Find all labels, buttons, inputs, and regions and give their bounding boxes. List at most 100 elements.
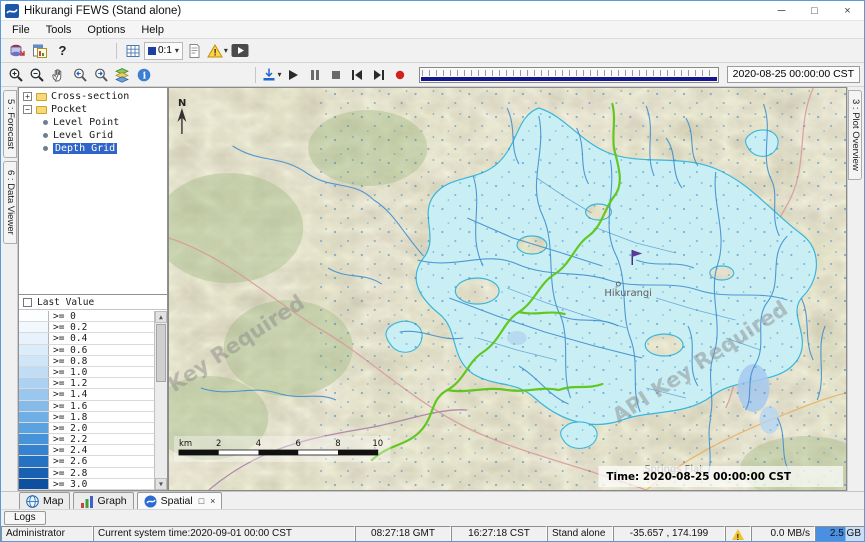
pause-button[interactable] — [304, 65, 325, 85]
map-label-hikurangi: Hikurangi — [604, 288, 652, 299]
open-database-button[interactable] — [5, 41, 28, 61]
file-transfer-button[interactable] — [28, 41, 51, 61]
legend-label: >= 1.4 — [49, 389, 87, 399]
legend-label: >= 0.6 — [49, 345, 87, 355]
logs-button[interactable]: Logs — [4, 511, 46, 525]
legend-label: >= 2.6 — [49, 456, 87, 466]
tab-spatial[interactable]: Spatial □ × — [137, 492, 223, 509]
close-icon[interactable]: × — [831, 1, 864, 20]
last-value-checkbox[interactable] — [23, 298, 32, 307]
scroll-up-icon[interactable]: ▲ — [155, 311, 167, 323]
tree-item-level-grid[interactable]: Level Grid — [19, 129, 167, 142]
chevron-down-icon: ▾ — [224, 46, 228, 55]
minimize-icon[interactable]: ─ — [765, 1, 798, 20]
timeline-range-bar — [421, 77, 717, 81]
status-user: Administrator — [1, 526, 93, 542]
play-button[interactable] — [283, 65, 304, 85]
app-window: Hikurangi FEWS (Stand alone) ─ □ × File … — [0, 0, 865, 542]
pan-button[interactable] — [48, 65, 69, 85]
title-bar[interactable]: Hikurangi FEWS (Stand alone) ─ □ × — [1, 1, 864, 21]
save-image-button[interactable]: ▾ — [260, 65, 283, 85]
legend-header: Last Value — [19, 295, 167, 310]
status-bar: Administrator Current system time:2020-0… — [1, 526, 864, 542]
tree-item-pocket[interactable]: − Pocket — [19, 103, 167, 116]
legend-row: >= 1.4 — [19, 389, 154, 400]
map-canvas[interactable]: API Key Required API Key Required Hikura… — [169, 88, 846, 490]
legend-label: >= 1.0 — [49, 367, 87, 377]
zoom-out-button[interactable] — [26, 65, 47, 85]
svg-text:8: 8 — [335, 438, 340, 448]
status-gmt-time: 08:27:18 GMT — [355, 526, 451, 542]
timeline-slider[interactable] — [419, 67, 719, 83]
legend-color-swatch — [19, 468, 49, 478]
tree-item-cross-section[interactable]: + Cross-section — [19, 90, 167, 103]
grid-display-button[interactable] — [121, 41, 144, 61]
document-viewer-button[interactable] — [183, 41, 206, 61]
legend-row: >= 2.0 — [19, 423, 154, 434]
scroll-thumb[interactable] — [156, 324, 166, 382]
go-end-button[interactable] — [368, 65, 389, 85]
legend-label: >= 2.4 — [49, 445, 87, 455]
collapse-icon[interactable]: − — [23, 105, 32, 114]
legend-label: >= 2.8 — [49, 468, 87, 478]
menu-file[interactable]: File — [4, 24, 38, 36]
legend-label: >= 0.4 — [49, 333, 87, 343]
tab-graph[interactable]: Graph — [73, 492, 133, 509]
menu-help[interactable]: Help — [133, 24, 172, 36]
menu-tools[interactable]: Tools — [38, 24, 80, 36]
legend-row: >= 2.8 — [19, 468, 154, 479]
tree-item-label: Pocket — [51, 104, 87, 115]
chart-icon — [80, 495, 93, 508]
tab-data-viewer[interactable]: 6 : Data Viewer — [3, 161, 17, 244]
app-logo-icon — [5, 4, 19, 18]
zoom-in-button[interactable] — [5, 65, 26, 85]
go-start-button[interactable] — [347, 65, 368, 85]
zoom-previous-button[interactable] — [69, 65, 90, 85]
legend-color-swatch — [19, 333, 49, 343]
zoom-next-button[interactable] — [90, 65, 111, 85]
map-viewport[interactable]: API Key Required API Key Required Hikura… — [168, 87, 847, 491]
window-title: Hikurangi FEWS (Stand alone) — [24, 5, 181, 17]
svg-text:N: N — [178, 98, 186, 109]
close-tab-icon[interactable]: × — [210, 496, 215, 506]
info-button[interactable]: i — [133, 65, 154, 85]
svg-text:Time: 2020-08-25 00:00:00 CST: Time: 2020-08-25 00:00:00 CST — [606, 471, 792, 483]
status-mode: Stand alone — [547, 526, 613, 542]
tab-map[interactable]: Map — [19, 492, 70, 509]
warnings-button[interactable]: ! ▾ — [206, 41, 229, 61]
layers-button[interactable] — [112, 65, 133, 85]
legend-label: >= 1.2 — [49, 378, 87, 388]
tree-item-level-point[interactable]: Level Point — [19, 116, 167, 129]
legend-row: >= 0 — [19, 311, 154, 322]
svg-text:10: 10 — [372, 438, 383, 448]
status-network-rate: 0.0 MB/s — [751, 526, 815, 542]
legend-label: >= 1.8 — [49, 412, 87, 422]
tree-item-label: Level Point — [53, 117, 119, 128]
tree-item-label: Cross-section — [51, 91, 129, 102]
folder-icon — [36, 93, 47, 101]
maximize-icon[interactable]: □ — [798, 1, 831, 20]
tree-item-depth-grid[interactable]: Depth Grid — [19, 142, 167, 155]
svg-text:6: 6 — [296, 438, 301, 448]
timeline-ticks — [422, 70, 716, 76]
animation-export-button[interactable] — [229, 41, 252, 61]
record-button[interactable] — [389, 65, 410, 85]
expand-icon[interactable]: + — [23, 92, 32, 101]
float-panel-icon[interactable]: □ — [199, 496, 204, 506]
stop-button[interactable] — [325, 65, 346, 85]
menu-options[interactable]: Options — [79, 24, 133, 36]
scroll-down-icon[interactable]: ▼ — [155, 478, 167, 490]
folder-icon — [36, 106, 47, 114]
legend-label: >= 0 — [49, 311, 76, 321]
legend-color-swatch — [19, 401, 49, 411]
marker-scale-select[interactable]: 0:1 ▾ — [144, 42, 183, 60]
legend-scrollbar[interactable]: ▲ ▼ — [154, 311, 167, 490]
status-warning-cell[interactable]: ! — [725, 526, 751, 542]
tab-forecast[interactable]: 5 : Forecast — [3, 90, 17, 158]
chevron-down-icon: ▾ — [278, 70, 282, 79]
legend-row: >= 2.4 — [19, 445, 154, 456]
legend-color-swatch — [19, 445, 49, 455]
help-button[interactable]: ? — [51, 41, 74, 61]
tab-plot-overview[interactable]: 3 : Plot Overview — [848, 90, 862, 180]
legend-panel: Last Value >= 0 >= 0.2 >= 0.4 >= 0.6 >= … — [18, 295, 168, 491]
